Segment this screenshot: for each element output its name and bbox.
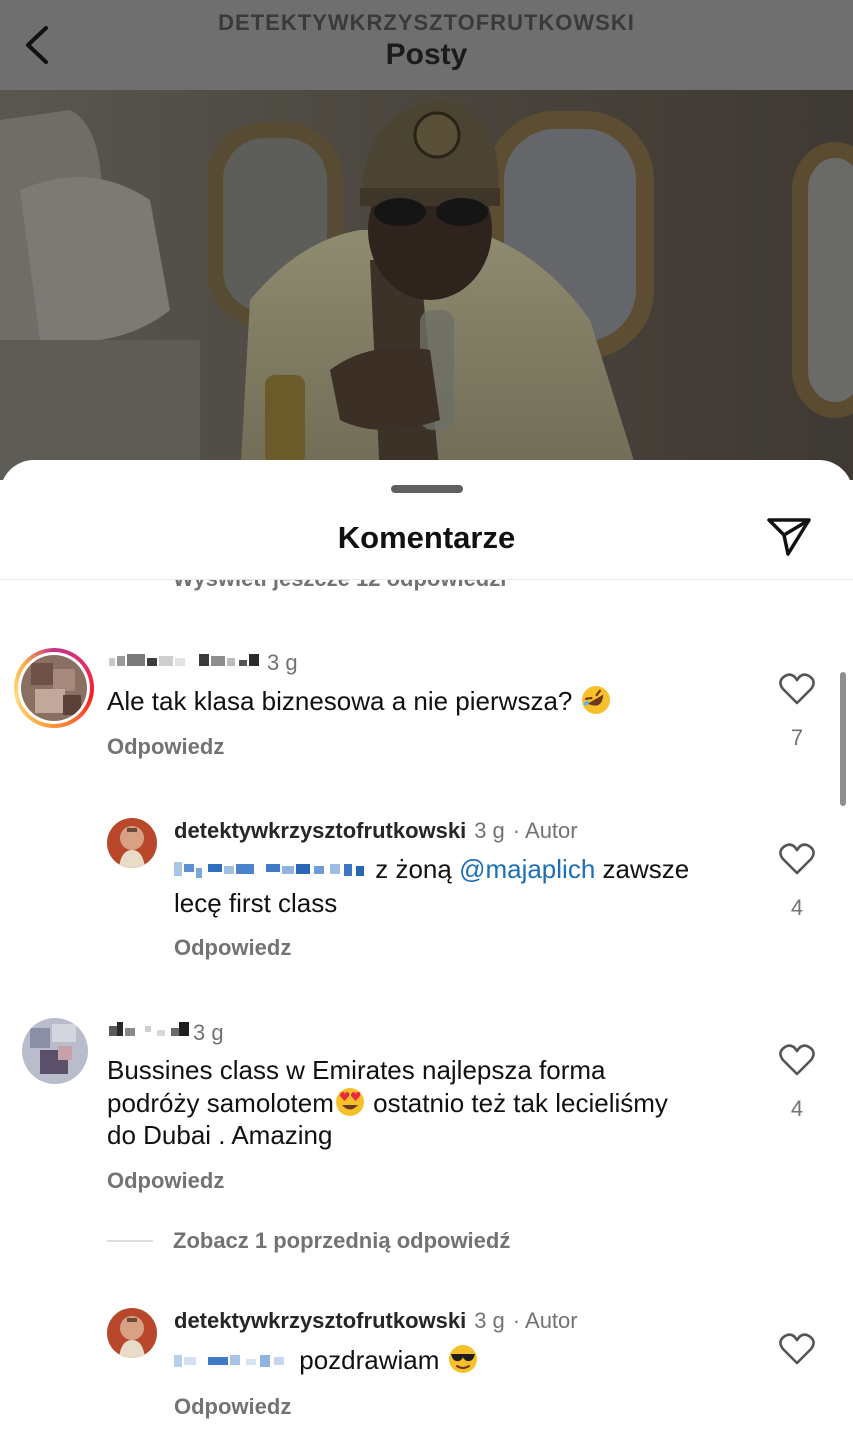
blurred-avatar — [22, 1018, 88, 1084]
thread-line — [107, 1240, 153, 1242]
like-button[interactable] — [777, 843, 817, 880]
heart-icon — [779, 673, 815, 705]
like-button[interactable] — [777, 673, 817, 710]
scrollbar[interactable] — [840, 672, 846, 806]
blurred-mention[interactable] — [174, 1346, 292, 1378]
heart-icon — [779, 1333, 815, 1365]
comment-time: 3 g — [193, 1020, 224, 1045]
comment-body: Bussines class w Emirates najlepsza form… — [107, 1055, 606, 1085]
reply-button[interactable]: Odpowiedz — [107, 1168, 224, 1194]
sheet-title: Komentarze — [337, 520, 516, 555]
comment-meta: 3 g — [107, 650, 298, 676]
comment-text: Ale tak klasa biznesowa a nie pierwsza? — [107, 684, 612, 717]
comment-body: Ale tak klasa biznesowa a nie pierwsza? — [107, 686, 573, 716]
comment-body: podróży samolotem — [107, 1088, 334, 1118]
author-avatar[interactable] — [107, 1308, 157, 1358]
view-previous-reply-link[interactable]: Zobacz 1 poprzednią odpowiedź — [107, 1228, 510, 1254]
reply-button[interactable]: Odpowiedz — [174, 935, 291, 961]
blurred-avatar — [21, 655, 87, 721]
author-avatar[interactable] — [107, 818, 157, 868]
heart-eyes-emoji — [335, 1088, 364, 1116]
comment-body: ostatnio też tak lecieliśmy — [365, 1088, 668, 1118]
author-tag: · Autor — [512, 1308, 578, 1333]
blurred-mention[interactable] — [174, 855, 368, 887]
like-button[interactable] — [777, 1333, 817, 1370]
comment-meta: 3 g — [107, 1020, 224, 1046]
author-avatar-image — [107, 1308, 157, 1358]
comment-username[interactable]: detektywkrzysztofrutkowski — [174, 818, 466, 844]
comment-time: 3 g — [267, 650, 298, 675]
reply-button[interactable]: Odpowiedz — [174, 1394, 291, 1420]
comment-text: pozdrawiam — [174, 1343, 479, 1378]
view-previous-label: Zobacz 1 poprzednią odpowiedź — [173, 1228, 511, 1253]
comments-sheet: Komentarze Wyświetl jeszcze 12 odpowiedz… — [0, 460, 853, 1440]
commenter-avatar-story-ring[interactable] — [14, 648, 94, 728]
sunglasses-emoji — [448, 1345, 477, 1373]
blurred-username[interactable] — [107, 650, 267, 676]
author-tag: · Autor — [512, 818, 578, 843]
comment-time: 3 g — [474, 818, 505, 843]
comment-body: do Dubai . Amazing — [107, 1120, 333, 1150]
reply-button[interactable]: Odpowiedz — [107, 734, 224, 760]
comment-username[interactable]: detektywkrzysztofrutkowski — [174, 1308, 466, 1334]
commenter-avatar[interactable] — [22, 1018, 88, 1084]
comments-list[interactable]: Wyświetl jeszcze 12 odpowiedzi — [0, 580, 853, 1440]
sheet-grabber[interactable] — [391, 485, 463, 493]
heart-icon — [779, 843, 815, 875]
comment-body: pozdrawiam — [299, 1345, 440, 1375]
like-count: 4 — [790, 1096, 804, 1121]
comment-body: lecę first class — [174, 888, 338, 918]
avatar — [21, 655, 87, 721]
blurred-username[interactable] — [107, 1020, 193, 1046]
comment-text: Bussines class w Emirates najlepsza form… — [107, 1054, 757, 1151]
comment-meta: detektywkrzysztofrutkowski 3 g · Autor — [174, 1308, 578, 1334]
header-username: DETEKTYWKRZYSZTOFRUTKOWSKI — [218, 10, 635, 35]
comment-body: z żoną — [368, 854, 460, 884]
comment-text: z żoną @majaplich zawsze lecę first clas… — [174, 853, 754, 919]
share-button[interactable] — [766, 516, 812, 558]
like-count: 7 — [790, 725, 804, 750]
top-header: DETEKTYWKRZYSZTOFRUTKOWSKI Posty — [0, 0, 853, 90]
view-more-replies-link[interactable]: Wyświetl jeszcze 12 odpowiedzi — [107, 580, 506, 592]
mention-link[interactable]: @majaplich — [459, 854, 595, 884]
post-image — [0, 90, 853, 480]
author-avatar-image — [107, 818, 157, 868]
rolling-on-floor-laughing-emoji — [581, 686, 610, 714]
send-icon — [767, 518, 811, 556]
heart-icon — [779, 1044, 815, 1076]
page-title: Posty — [385, 38, 468, 71]
comment-time: 3 g — [474, 1308, 505, 1333]
comment-body: zawsze — [595, 854, 690, 884]
comment-meta: detektywkrzysztofrutkowski 3 g · Autor — [174, 818, 578, 844]
view-more-label: Wyświetl jeszcze 12 odpowiedzi — [173, 580, 506, 592]
post-photo[interactable] — [0, 90, 853, 480]
like-count: 4 — [790, 895, 804, 920]
like-button[interactable] — [777, 1044, 817, 1081]
